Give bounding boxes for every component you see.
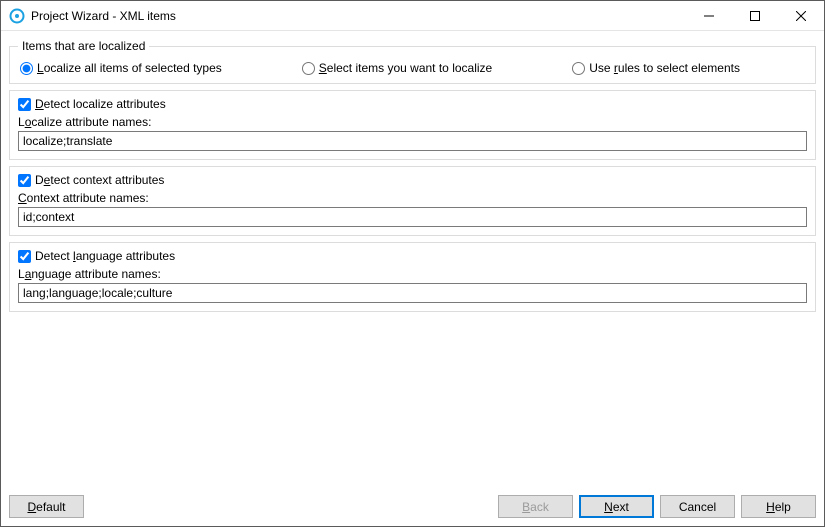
default-button[interactable]: Default bbox=[9, 495, 84, 518]
detect-localize-checkbox[interactable]: Detect localize attributes bbox=[18, 97, 807, 111]
radio-localize-all-input[interactable] bbox=[20, 62, 33, 75]
context-names-label: Context attribute names: bbox=[18, 191, 807, 205]
detect-context-checkbox-input[interactable] bbox=[18, 174, 31, 187]
back-button: Back bbox=[498, 495, 573, 518]
detect-language-checkbox-label: Detect language attributes bbox=[35, 249, 175, 263]
radio-select-items-label: Select items you want to localize bbox=[319, 61, 492, 75]
language-names-label: Language attribute names: bbox=[18, 267, 807, 281]
app-icon bbox=[9, 8, 25, 24]
help-button[interactable]: Help bbox=[741, 495, 816, 518]
detect-context-checkbox-label: Detect context attributes bbox=[35, 173, 164, 187]
maximize-button[interactable] bbox=[732, 1, 778, 31]
radio-use-rules-input[interactable] bbox=[572, 62, 585, 75]
detect-context-checkbox[interactable]: Detect context attributes bbox=[18, 173, 807, 187]
footer: Default Back Next Cancel Help bbox=[1, 489, 824, 526]
titlebar: Project Wizard - XML items bbox=[1, 1, 824, 31]
language-names-input[interactable] bbox=[18, 283, 807, 303]
detect-localize-checkbox-label: Detect localize attributes bbox=[35, 97, 166, 111]
radio-localize-all-label: Localize all items of selected types bbox=[37, 61, 222, 75]
radio-use-rules[interactable]: Use rules to select elements bbox=[572, 61, 740, 75]
detect-localize-checkbox-input[interactable] bbox=[18, 98, 31, 111]
cancel-button[interactable]: Cancel bbox=[660, 495, 735, 518]
context-names-input[interactable] bbox=[18, 207, 807, 227]
minimize-button[interactable] bbox=[686, 1, 732, 31]
context-attributes-block: Detect context attributes Context attrib… bbox=[9, 166, 816, 236]
language-attributes-block: Detect language attributes Language attr… bbox=[9, 242, 816, 312]
radio-select-items-input[interactable] bbox=[302, 62, 315, 75]
window-title: Project Wizard - XML items bbox=[31, 9, 176, 23]
radio-use-rules-label: Use rules to select elements bbox=[589, 61, 740, 75]
radio-localize-all[interactable]: Localize all items of selected types bbox=[20, 61, 222, 75]
localize-attributes-block: Detect localize attributes Localize attr… bbox=[9, 90, 816, 160]
radio-select-items[interactable]: Select items you want to localize bbox=[302, 61, 492, 75]
next-button[interactable]: Next bbox=[579, 495, 654, 518]
localize-names-label: Localize attribute names: bbox=[18, 115, 807, 129]
localize-names-input[interactable] bbox=[18, 131, 807, 151]
close-button[interactable] bbox=[778, 1, 824, 31]
detect-language-checkbox-input[interactable] bbox=[18, 250, 31, 263]
content-area: Items that are localized Localize all it… bbox=[1, 31, 824, 489]
items-localized-group: Items that are localized Localize all it… bbox=[9, 39, 816, 84]
detect-language-checkbox[interactable]: Detect language attributes bbox=[18, 249, 807, 263]
items-localized-legend: Items that are localized bbox=[18, 39, 149, 53]
